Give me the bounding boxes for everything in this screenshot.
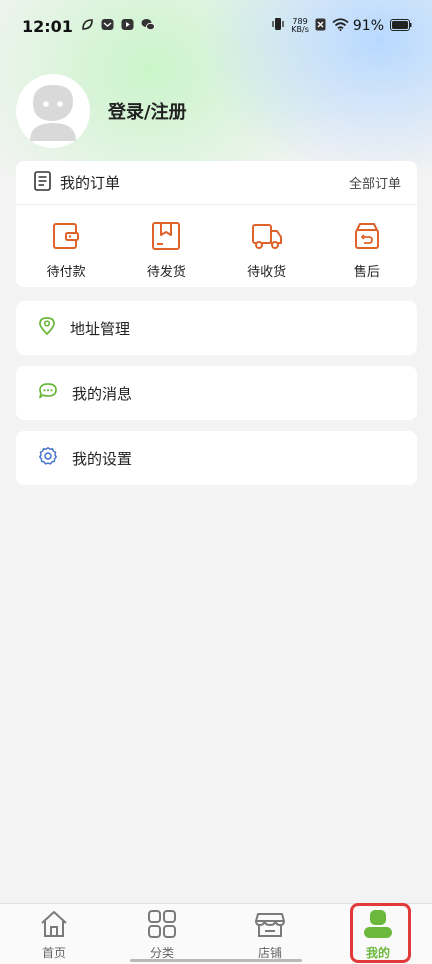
status-time: 12:01	[22, 16, 73, 36]
tab-store[interactable]: 店铺	[216, 904, 324, 964]
tab-category[interactable]: 分类	[108, 904, 216, 964]
status-bar: 12:01 789 KB/s 91%	[0, 0, 432, 52]
orders-title: 我的订单	[60, 174, 121, 192]
store-icon	[255, 910, 285, 942]
order-pending-payment-label: 待付款	[46, 265, 86, 280]
network-speed: 789 KB/s	[291, 18, 309, 34]
orders-header: 我的订单 全部订单	[16, 161, 417, 205]
mail-app-icon	[101, 17, 114, 35]
default-avatar-icon	[30, 85, 76, 141]
tab-home-label: 首页	[41, 946, 66, 960]
order-status-row: 待付款 待发货 待收货 售后	[16, 205, 417, 287]
menu-address[interactable]: 地址管理	[16, 301, 417, 355]
wechat-icon	[141, 17, 155, 35]
battery-percent: 91%	[352, 18, 384, 34]
order-pending-shipment-label: 待发货	[146, 265, 186, 280]
menu-settings[interactable]: 我的设置	[16, 431, 417, 485]
leaf-app-icon	[81, 17, 94, 35]
menu-settings-label: 我的设置	[72, 449, 133, 468]
order-pending-receipt[interactable]: 待收货	[217, 205, 317, 287]
battery-icon	[390, 17, 412, 35]
active-tab-highlight	[350, 903, 411, 963]
net-speed-unit: KB/s	[291, 25, 309, 34]
chat-bubble-icon	[38, 382, 58, 404]
tab-home[interactable]: 首页	[0, 904, 108, 964]
document-icon	[34, 170, 52, 195]
login-register-link[interactable]: 登录/注册	[108, 98, 187, 124]
order-after-sales[interactable]: 售后	[317, 205, 417, 287]
order-pending-receipt-label: 待收货	[247, 265, 287, 280]
location-pin-icon	[38, 316, 56, 340]
status-right-group: 789 KB/s 91%	[271, 17, 412, 35]
wallet-icon	[51, 221, 81, 255]
vibrate-icon	[271, 17, 285, 35]
gear-icon	[38, 446, 58, 470]
order-pending-shipment[interactable]: 待发货	[116, 205, 216, 287]
wifi-icon	[332, 17, 349, 35]
all-orders-link[interactable]: 全部订单	[349, 173, 401, 192]
menu-address-label: 地址管理	[70, 319, 131, 338]
video-app-icon	[121, 17, 134, 35]
after-sales-icon	[352, 221, 382, 255]
profile-section[interactable]: 登录/注册	[16, 74, 187, 148]
package-icon	[151, 221, 181, 255]
orders-card: 我的订单 全部订单 待付款 待发货 待收货 售后	[16, 161, 417, 287]
home-icon	[39, 910, 69, 942]
home-indicator[interactable]	[130, 959, 302, 962]
order-after-sales-label: 售后	[353, 265, 380, 280]
order-pending-payment[interactable]: 待付款	[16, 205, 116, 287]
grid-icon	[147, 910, 177, 942]
menu-messages-label: 我的消息	[72, 384, 133, 403]
avatar[interactable]	[16, 74, 90, 148]
sim-off-icon	[315, 17, 326, 35]
truck-icon	[251, 221, 283, 255]
menu-messages[interactable]: 我的消息	[16, 366, 417, 420]
